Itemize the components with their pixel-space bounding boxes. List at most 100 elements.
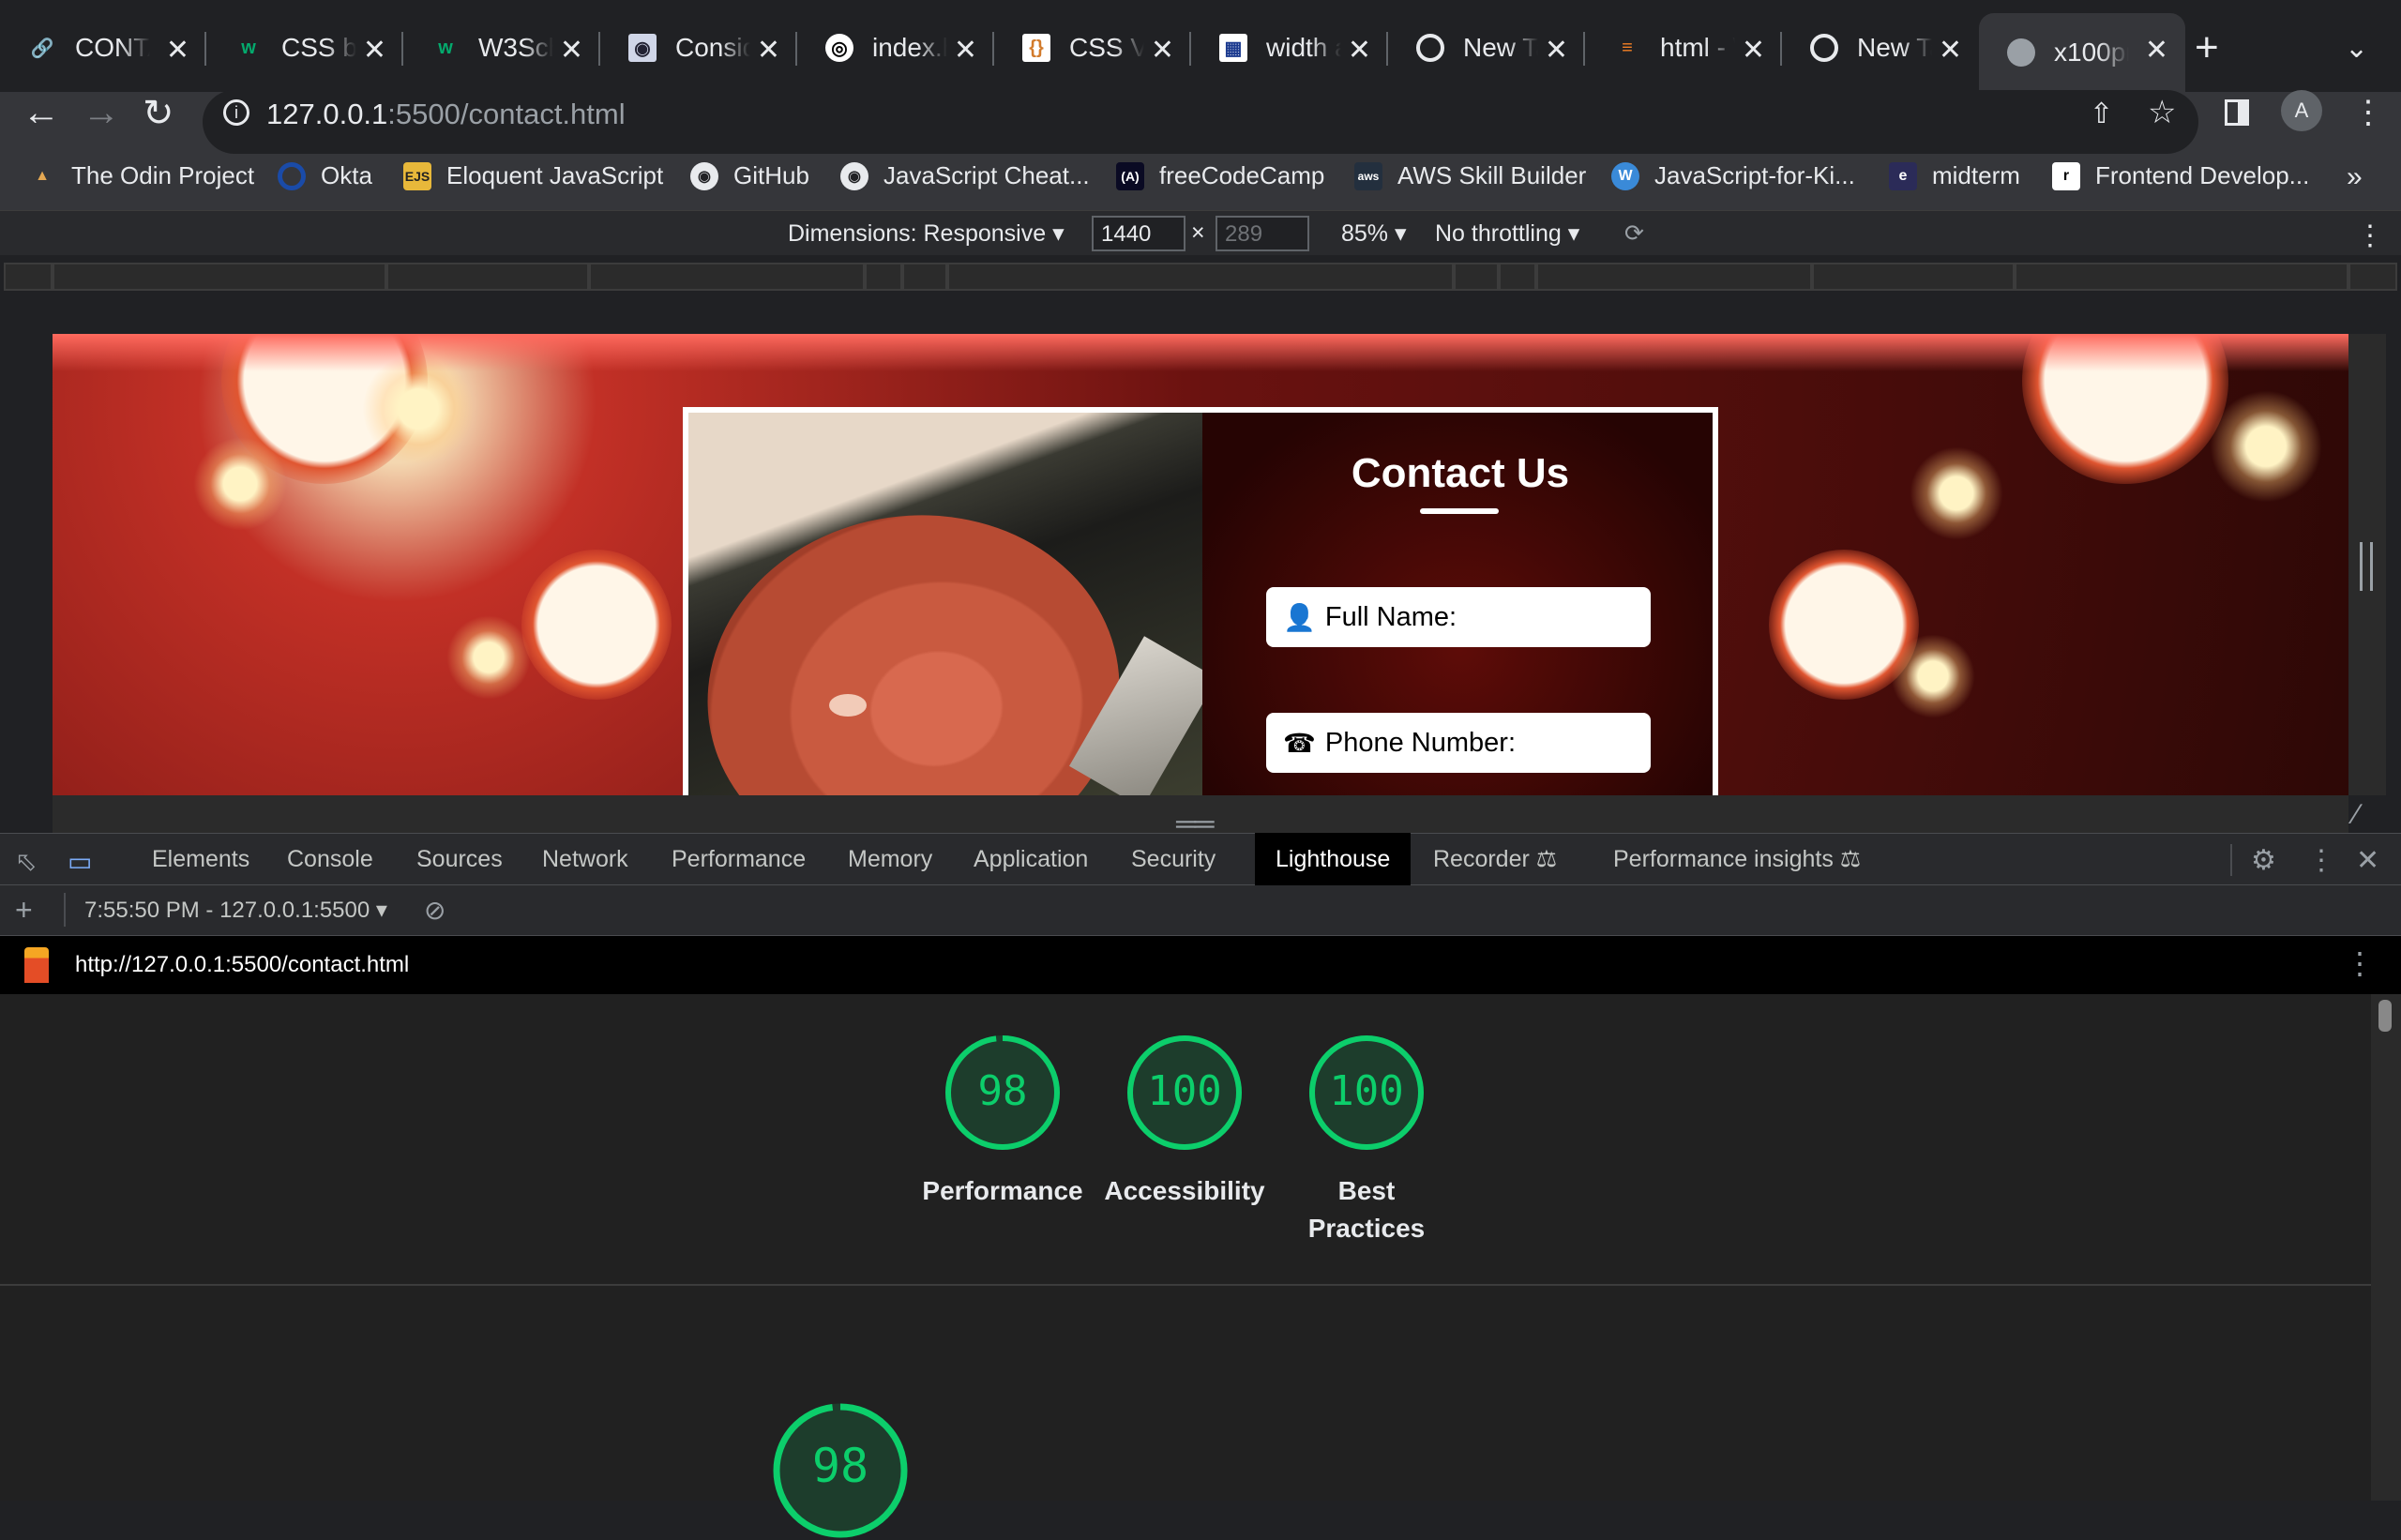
media-query-bar[interactable] — [1454, 263, 1499, 291]
close-icon[interactable]: ✕ — [560, 34, 583, 67]
devtools-menu-icon[interactable]: ⋮ — [2307, 844, 2335, 877]
viewport-side-resize-handle[interactable] — [2360, 542, 2373, 591]
devtools-tab-lighthouse[interactable]: Lighthouse — [1255, 833, 1412, 885]
tab-css-box[interactable]: w CSS bo ✕ — [206, 13, 403, 83]
report-scrollbar-thumb[interactable] — [2378, 1000, 2392, 1032]
media-query-bar[interactable] — [53, 263, 386, 291]
bookmark-github[interactable]: ◉ GitHub — [690, 161, 809, 190]
media-query-bar[interactable] — [4, 263, 53, 291]
inspect-element-icon[interactable]: ⬁ — [15, 846, 37, 877]
devtools-tab-application[interactable]: Application — [953, 833, 1109, 885]
bookmark-eloquent[interactable]: EJS Eloquent JavaScript — [403, 161, 663, 190]
media-query-bar[interactable] — [386, 263, 589, 291]
close-icon[interactable]: ✕ — [757, 34, 780, 67]
devtools-tab-network[interactable]: Network — [521, 833, 649, 885]
odin-icon: ▲ — [35, 167, 50, 184]
chrome-icon — [1416, 34, 1444, 62]
bookmark-frontend[interactable]: r Frontend Develop... — [2052, 161, 2309, 190]
devtools-tab-performance[interactable]: Performance — [651, 833, 826, 885]
tab-search-chevron-icon[interactable]: ⌄ — [2345, 32, 2368, 65]
device-menu-icon[interactable]: ⋮ — [2356, 219, 2384, 252]
neon-strip — [53, 334, 2348, 371]
reload-button[interactable]: ↻ — [143, 92, 174, 135]
share-icon[interactable]: ⇧ — [2090, 98, 2113, 130]
report-url[interactable]: http://127.0.0.1:5500/contact.html — [75, 952, 409, 978]
dropdown-triangle-icon: ▾ — [375, 898, 387, 923]
clear-reports-icon[interactable]: ⊘ — [424, 895, 445, 926]
contact-title: Contact Us — [1351, 450, 1570, 496]
media-query-bar[interactable] — [2348, 263, 2397, 291]
close-icon[interactable]: ✕ — [1742, 34, 1765, 67]
browser-menu-icon[interactable]: ⋮ — [2352, 94, 2384, 131]
devtools-tab-elements[interactable]: Elements — [131, 833, 270, 885]
tab-w3schools[interactable]: w W3Sch ✕ — [403, 13, 600, 83]
close-icon[interactable]: ✕ — [954, 34, 977, 67]
bookmark-js-for-kids[interactable]: W JavaScript-for-Ki... — [1611, 161, 1855, 190]
tab-new-tab-2[interactable]: New Ta ✕ — [1782, 13, 1979, 83]
height-input[interactable]: 289 — [1216, 216, 1309, 251]
tab-contact[interactable]: 🔗 CONTA ✕ — [0, 13, 206, 83]
bookmark-odin[interactable]: ▲ The Odin Project — [28, 161, 254, 190]
media-query-bar[interactable] — [865, 263, 902, 291]
bookmark-midterm[interactable]: e midterm — [1889, 161, 2020, 190]
tab-x100pr[interactable]: x100pr ✕ — [1979, 13, 2185, 92]
bookmarks-overflow-button[interactable]: » — [2347, 161, 2363, 193]
media-query-bar[interactable] — [1536, 263, 1812, 291]
tab-width[interactable]: ▦ width a ✕ — [1191, 13, 1388, 83]
tab-html-so[interactable]: ≡ html - \ ✕ — [1585, 13, 1782, 83]
close-icon[interactable]: ✕ — [1151, 34, 1174, 67]
close-icon[interactable]: ✕ — [166, 34, 189, 67]
report-select[interactable]: 7:55:50 PM - 127.0.0.1:5500 ▾ — [84, 897, 387, 924]
w3schools-icon: w — [438, 37, 453, 58]
media-query-bar[interactable] — [1499, 263, 1536, 291]
media-query-bar[interactable] — [902, 263, 947, 291]
bookmark-js-cheat[interactable]: ◉ JavaScript Cheat... — [840, 161, 1090, 190]
devtools-tab-console[interactable]: Console — [266, 833, 394, 885]
tab-consid[interactable]: ◉ Consid ✕ — [600, 13, 797, 83]
back-button[interactable]: ← — [23, 92, 60, 134]
viewport-corner-resize-handle[interactable]: ∕ — [2354, 799, 2359, 831]
media-query-bar[interactable] — [2015, 263, 2348, 291]
bookmark-freecodecamp[interactable]: (A) freeCodeCamp — [1116, 161, 1324, 190]
dimensions-select[interactable]: Dimensions: Responsive ▾ — [788, 219, 1065, 248]
phone-number-field[interactable]: ☎ Phone Number: — [1266, 713, 1651, 773]
tab-css-vars[interactable]: {} CSS Va ✕ — [994, 13, 1191, 83]
zoom-select[interactable]: 85% ▾ — [1341, 219, 1407, 248]
report-menu-icon[interactable]: ⋮ — [2345, 945, 2375, 981]
devtools-tab-security[interactable]: Security — [1110, 833, 1236, 885]
devtools-tab-memory[interactable]: Memory — [827, 833, 953, 885]
full-name-field[interactable]: 👤 Full Name: — [1266, 587, 1651, 647]
freecodecamp-icon: (A) — [1116, 161, 1144, 190]
devtools-tab-sources[interactable]: Sources — [396, 833, 523, 885]
media-query-bar[interactable] — [1812, 263, 2015, 291]
width-input[interactable]: 1440 — [1092, 216, 1185, 251]
close-devtools-icon[interactable]: ✕ — [2356, 844, 2379, 877]
tab-new-tab-1[interactable]: New Ta ✕ — [1388, 13, 1585, 83]
new-report-plus-icon[interactable]: + — [15, 893, 33, 928]
rotate-icon[interactable]: ⟳ — [1624, 219, 1644, 248]
user-icon: 👤 — [1283, 602, 1316, 632]
devtools-tab-recorder[interactable]: Recorder ⚖ — [1412, 833, 1578, 885]
close-icon[interactable]: ✕ — [1348, 34, 1371, 67]
bookmark-aws[interactable]: aws AWS Skill Builder — [1354, 161, 1586, 190]
forward-button[interactable]: → — [83, 92, 120, 134]
close-icon[interactable]: ✕ — [2145, 34, 2168, 67]
close-icon[interactable]: ✕ — [1545, 34, 1568, 67]
close-icon[interactable]: ✕ — [1939, 34, 1962, 67]
devtools-tab-performance-insights[interactable]: Performance insights ⚖ — [1593, 833, 1881, 885]
close-icon[interactable]: ✕ — [363, 34, 386, 67]
report-scrollbar[interactable] — [2371, 994, 2401, 1501]
new-tab-button[interactable]: + — [2195, 24, 2219, 71]
throttling-select[interactable]: No throttling ▾ — [1435, 219, 1579, 248]
side-panel-icon[interactable] — [2225, 99, 2249, 126]
bookmark-okta[interactable]: Okta — [278, 161, 372, 190]
settings-gear-icon[interactable]: ⚙ — [2251, 844, 2276, 877]
profile-avatar[interactable]: A — [2281, 90, 2322, 131]
site-info-icon[interactable]: i — [223, 99, 249, 126]
bookmark-star-icon[interactable]: ☆ — [2148, 94, 2176, 131]
media-query-bar[interactable] — [947, 263, 1454, 291]
tab-index[interactable]: ◎ index.h ✕ — [797, 13, 994, 83]
document-icon: e — [1889, 161, 1917, 190]
device-toolbar-toggle-icon[interactable]: ▭ — [68, 846, 92, 877]
media-query-bar[interactable] — [589, 263, 865, 291]
